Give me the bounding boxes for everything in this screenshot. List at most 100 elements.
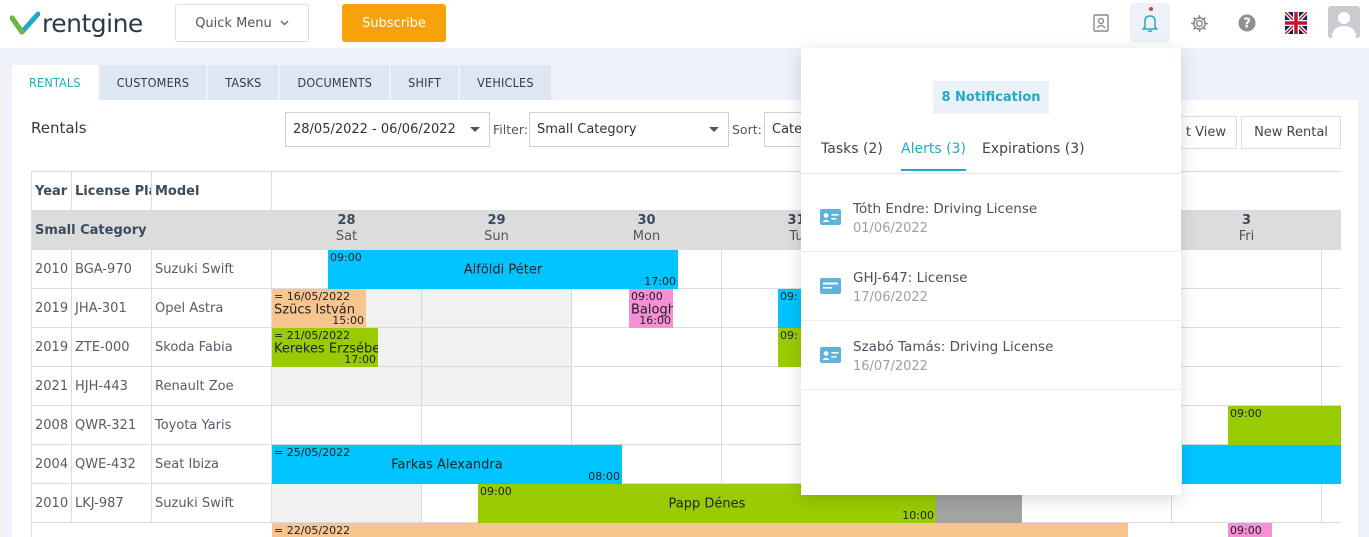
calendar-cell[interactable] (572, 406, 722, 445)
booking-end: 10:00 (902, 509, 934, 522)
day-name: Sat (335, 229, 358, 244)
notification-count-badge: 8 Notification (933, 81, 1049, 114)
calendar-cell[interactable] (1322, 289, 1341, 328)
vehicle-plate: QWE-432 (72, 445, 152, 484)
vehicle-year: 2019 (32, 289, 72, 328)
tab-expirations-notifications[interactable]: Expirations (3) (982, 141, 1085, 169)
booking-bar[interactable]: = 16/05/2022 Szücs István 15:00 (272, 289, 366, 328)
user-silhouette-icon (1332, 12, 1356, 38)
booking-bar[interactable]: = 21/05/2022 Kerekes Erzsébe 17:00 (272, 328, 378, 367)
calendar-cell[interactable] (1172, 484, 1322, 523)
tab-tasks[interactable]: TASKS (208, 65, 279, 100)
help-button[interactable]: ? (1227, 3, 1267, 43)
logo-check-icon (10, 11, 40, 35)
calendar-cell[interactable] (1172, 289, 1322, 328)
uk-flag-icon (1285, 12, 1307, 34)
vehicle-year: 2004 (32, 445, 72, 484)
calendar-cell[interactable] (1172, 328, 1322, 367)
booking-customer: Alföldi Péter (463, 262, 543, 277)
booking-end: 17:00 (344, 353, 376, 366)
booking-bar[interactable]: = 25/05/2022 Farkas Alexandra 08:00 (272, 445, 622, 484)
column-header-model: Model (152, 172, 272, 211)
calendar-cell[interactable] (572, 367, 722, 406)
notifications-button[interactable] (1130, 3, 1170, 43)
chevron-down-icon (280, 20, 289, 26)
tab-alerts-notifications[interactable]: Alerts (3) (901, 141, 966, 171)
subscribe-button[interactable]: Subscribe (342, 4, 446, 42)
column-header-year: Year (32, 172, 72, 211)
tab-customers[interactable]: CUSTOMERS (99, 65, 207, 100)
calendar-cell[interactable] (572, 328, 722, 367)
tab-tasks-notifications[interactable]: Tasks (2) (821, 141, 883, 169)
new-rental-button[interactable]: New Rental (1241, 116, 1341, 149)
help-icon: ? (1238, 14, 1256, 32)
calendar-cell[interactable] (1322, 367, 1341, 406)
notification-item[interactable]: Tóth Endre: Driving License 01/06/2022 (801, 183, 1181, 252)
page-title: Rentals (31, 119, 87, 137)
caret-down-icon (470, 127, 480, 132)
notification-item[interactable]: Szabó Tamás: Driving License 16/07/2022 (801, 321, 1181, 390)
vehicle-plate: QWR-321 (72, 406, 152, 445)
calendar-cell[interactable] (422, 406, 572, 445)
vehicle-plate: LKJ-987 (72, 484, 152, 523)
notification-item[interactable]: GHJ-647: License 17/06/2022 (801, 252, 1181, 321)
booking-bar[interactable]: = 22/05/2022 (272, 523, 1128, 537)
user-avatar[interactable] (1328, 6, 1360, 38)
calendar-cell[interactable] (1172, 367, 1322, 406)
date-range-select[interactable]: 28/05/2022 - 06/06/2022 (285, 112, 490, 147)
calendar-cell[interactable] (1172, 250, 1322, 289)
language-button[interactable] (1276, 3, 1316, 43)
tab-rentals[interactable]: RENTALS (12, 65, 98, 100)
calendar-cell[interactable] (422, 289, 572, 328)
tab-vehicles[interactable]: VEHICLES (460, 65, 551, 100)
calendar-cell[interactable] (272, 484, 422, 523)
booking-end: 08:00 (588, 470, 620, 483)
vehicle-model: Opel Astra (152, 289, 272, 328)
booking-bar[interactable]: 09: (778, 289, 802, 328)
booking-bar[interactable]: 09:00 (1228, 523, 1272, 537)
vehicle-year: 2008 (32, 406, 72, 445)
vehicle-year: 2010 (32, 250, 72, 289)
booking-bar[interactable] (1182, 445, 1341, 484)
logo[interactable]: rentgine (10, 6, 143, 40)
day-header-partial (1322, 211, 1341, 250)
booking-bar[interactable]: 09:00 Balogh 16:00 (629, 289, 673, 328)
notification-title: GHJ-647: License (853, 270, 968, 286)
calendar-cell[interactable] (422, 328, 572, 367)
column-header-plate: License Plat (72, 172, 152, 211)
calendar-cell[interactable] (1322, 328, 1341, 367)
booking-start: 09:00 (1230, 524, 1262, 537)
calendar-cell[interactable] (272, 406, 422, 445)
top-bar: rentgine Quick Menu Subscribe ? (0, 0, 1369, 48)
notification-title: Tóth Endre: Driving License (853, 201, 1038, 217)
calendar-cell[interactable] (1322, 250, 1341, 289)
tab-shift[interactable]: SHIFT (391, 65, 459, 100)
booking-bar[interactable]: 09:00 Alföldi Péter 17:00 (328, 250, 678, 289)
tab-documents[interactable]: DOCUMENTS (280, 65, 390, 100)
main-tabs: RENTALS CUSTOMERS TASKS DOCUMENTS SHIFT … (12, 65, 553, 100)
calendar-cell[interactable] (1322, 484, 1341, 523)
calendar-cell[interactable] (422, 367, 572, 406)
filter-select[interactable]: Small Category (529, 112, 729, 147)
vehicle-year: 2021 (32, 367, 72, 406)
booking-end: 15:00 (332, 314, 364, 327)
booking-end: 17:00 (644, 275, 676, 288)
day-number: 30 (637, 213, 656, 228)
quick-menu-label: Quick Menu (195, 15, 272, 31)
contacts-button[interactable] (1081, 3, 1121, 43)
vehicle-model: Seat Ibiza (152, 445, 272, 484)
booking-bar[interactable]: 09:00 (1228, 406, 1341, 445)
quick-menu-button[interactable]: Quick Menu (175, 4, 309, 42)
filter-value: Small Category (537, 122, 637, 137)
booking-bar[interactable]: 09: (778, 328, 802, 367)
license-card-icon (820, 278, 841, 294)
day-header: 30 Mon (572, 211, 722, 250)
filter-label: Filter: (493, 122, 528, 137)
booking-start: 09: (780, 290, 798, 303)
calendar-cell[interactable] (272, 367, 422, 406)
settings-button[interactable] (1179, 3, 1219, 43)
vehicle-model: Renault Zoe (152, 367, 272, 406)
vehicle-year: 2019 (32, 328, 72, 367)
vehicle-plate: HJH-443 (72, 367, 152, 406)
vehicle-year: 2010 (32, 484, 72, 523)
